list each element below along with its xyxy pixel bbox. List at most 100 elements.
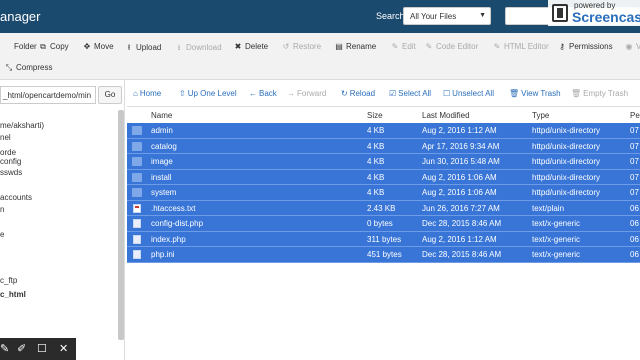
nav-select-all-button[interactable]: ☑ Select All: [389, 89, 431, 98]
forward-icon: →: [287, 89, 295, 98]
nav-reload-button[interactable]: ↻ Reload: [341, 89, 375, 98]
search-scope-value: All Your Files: [410, 12, 457, 21]
tree-item[interactable]: n: [0, 205, 4, 214]
toolbar-copy-button[interactable]: ⧉ Copy: [38, 42, 69, 52]
tree-item[interactable]: accounts: [0, 193, 32, 202]
cell-size: 4 KB: [367, 188, 385, 197]
cell-modified: Dec 28, 2015 8:46 AM: [422, 250, 502, 259]
cell-perm: 07: [630, 188, 639, 197]
toolbar-compress-button[interactable]: ⤡ Compress: [4, 63, 53, 73]
nav-back-button[interactable]: ← Back: [249, 89, 277, 98]
folder-icon: [132, 188, 142, 197]
nav-button-label: Empty Trash: [583, 89, 629, 98]
rectangle-icon[interactable]: ☐: [37, 342, 47, 355]
column-last-modified[interactable]: Last Modified: [422, 107, 470, 124]
toolbar-rename-button[interactable]: ▤ Rename: [334, 42, 376, 51]
path-input[interactable]: _html/opencartdemo/min: [0, 86, 96, 104]
toolbar-upload-button[interactable]: ⭱ Upload: [124, 42, 162, 56]
file-table: Name Size Last Modified Type Pe admin 4 K…: [127, 106, 640, 360]
nav-button-label: Select All: [398, 89, 432, 98]
edit-icon: ✎: [391, 42, 399, 51]
tree-item[interactable]: c_ftp: [0, 276, 17, 285]
nav-unselect-all-button[interactable]: ☐ Unselect All: [443, 89, 494, 98]
table-row[interactable]: system 4 KB Aug 2, 2016 1:06 AM httpd/unix-…: [127, 185, 640, 201]
column-type[interactable]: Type: [532, 107, 549, 124]
table-row[interactable]: install 4 KB Aug 2, 2016 1:06 AM httpd/unix…: [127, 169, 640, 185]
toolbar-move-button[interactable]: ✥ Move: [82, 42, 114, 51]
cell-name[interactable]: image: [151, 157, 173, 166]
toolbar-button-label: Download: [186, 43, 222, 52]
toolbar-code-editor-button[interactable]: ✎ Code Editor: [424, 42, 479, 51]
folder-icon: [132, 172, 142, 182]
toolbar-button-label: Delete: [245, 42, 269, 51]
cell-size: 0 bytes: [367, 219, 393, 228]
column-size[interactable]: Size: [367, 107, 383, 124]
toolbar-html-editor-button[interactable]: ✎ HTML Editor: [492, 42, 549, 51]
navigation-bar: ⌂ Home ⇧ Up One Level ← Back → Forward ↻ Reload ☑ S…: [127, 84, 640, 104]
toolbar-view-button[interactable]: ◉ V: [624, 42, 640, 51]
nav-home-button[interactable]: ⌂ Home: [133, 89, 161, 98]
toolbar-download-button[interactable]: ⭳ Download: [174, 42, 222, 56]
search-scope-select[interactable]: All Your Files ▼: [403, 7, 491, 25]
go-button[interactable]: Go: [98, 86, 122, 104]
tree-item[interactable]: config: [0, 157, 21, 166]
table-row[interactable]: .htaccess.txt 2.43 KB Jun 26, 2016 7:27 AM…: [127, 200, 640, 216]
highlighter-icon[interactable]: ✐: [17, 342, 26, 355]
sidebar-scrollbar[interactable]: [118, 110, 124, 340]
table-header: Name Size Last Modified Type Pe: [127, 107, 640, 124]
cell-name[interactable]: system: [151, 188, 176, 197]
toolbar-restore-button[interactable]: ↺ Restore: [281, 42, 321, 51]
download-icon: ⭳: [177, 43, 181, 52]
cell-name[interactable]: config-dist.php: [151, 219, 203, 228]
toolbar-button-label: Move: [94, 42, 114, 51]
tree-item[interactable]: c_html: [0, 290, 26, 299]
table-row[interactable]: admin 4 KB Aug 2, 2016 1:12 AM httpd/unix-d…: [127, 123, 640, 139]
cell-name[interactable]: php.ini: [151, 250, 175, 259]
table-row[interactable]: image 4 KB Jun 30, 2016 5:48 AM httpd/unix-…: [127, 154, 640, 170]
folder-icon: [132, 141, 142, 151]
tree-item[interactable]: e: [0, 230, 4, 239]
nav-button-label: Back: [259, 89, 277, 98]
screencast-logo-icon: [552, 4, 568, 22]
close-icon[interactable]: ✕: [59, 342, 68, 355]
toolbar-key-button[interactable]: ⚷ Permissions: [557, 42, 613, 51]
restore-icon: ↺: [282, 42, 290, 51]
nav-button-label: Reload: [349, 89, 376, 98]
cell-name[interactable]: install: [151, 173, 171, 182]
table-row[interactable]: config-dist.php 0 bytes Dec 28, 2015 8:46 …: [127, 216, 640, 232]
nav-trash-button[interactable]: 🗑 View Trash: [509, 89, 561, 98]
search-label: Search: [376, 11, 405, 21]
cell-name[interactable]: admin: [151, 126, 173, 135]
file-icon: [133, 219, 141, 228]
nav-up-level-button[interactable]: ⇧ Up One Level: [179, 89, 237, 98]
compress-icon: ⤡: [5, 63, 13, 72]
cell-size: 451 bytes: [367, 250, 402, 259]
toolbar-button-label: V: [636, 42, 640, 51]
home-icon: ⌂: [133, 89, 138, 98]
cell-size: 4 KB: [367, 126, 385, 135]
toolbar-folder-plus-button[interactable]: Folder: [2, 42, 37, 51]
rename-icon: ▤: [335, 42, 343, 51]
tree-item[interactable]: sswds: [0, 168, 22, 177]
column-permissions[interactable]: Pe: [630, 107, 640, 124]
text-file-icon: [133, 203, 141, 213]
nav-empty-trash-button[interactable]: 🗑 Empty Trash: [571, 89, 628, 98]
toolbar-button-label: Code Editor: [436, 42, 479, 51]
table-row[interactable]: catalog 4 KB Apr 17, 2016 9:34 AM httpd/uni…: [127, 138, 640, 154]
cell-name[interactable]: index.php: [151, 235, 186, 244]
tree-item[interactable]: orde: [0, 148, 16, 157]
cell-type: text/x-generic: [532, 250, 581, 259]
cell-name[interactable]: catalog: [151, 142, 177, 151]
table-row[interactable]: php.ini 451 bytes Dec 28, 2015 8:46 AM text…: [127, 247, 640, 263]
nav-button-label: Home: [139, 89, 162, 98]
cell-perm: 06: [630, 203, 639, 213]
toolbar-delete-button[interactable]: ✖ Delete: [233, 42, 268, 51]
nav-forward-button[interactable]: → Forward: [287, 89, 326, 98]
pen-icon[interactable]: ✎: [0, 342, 9, 355]
tree-item[interactable]: me/aksharti): [0, 121, 44, 130]
table-row[interactable]: index.php 311 bytes Aug 2, 2016 1:12 AM tex…: [127, 231, 640, 247]
column-name[interactable]: Name: [151, 107, 172, 124]
tree-item[interactable]: nel: [0, 133, 11, 142]
toolbar-edit-button[interactable]: ✎ Edit: [390, 42, 416, 51]
cell-name[interactable]: .htaccess.txt: [151, 204, 195, 213]
